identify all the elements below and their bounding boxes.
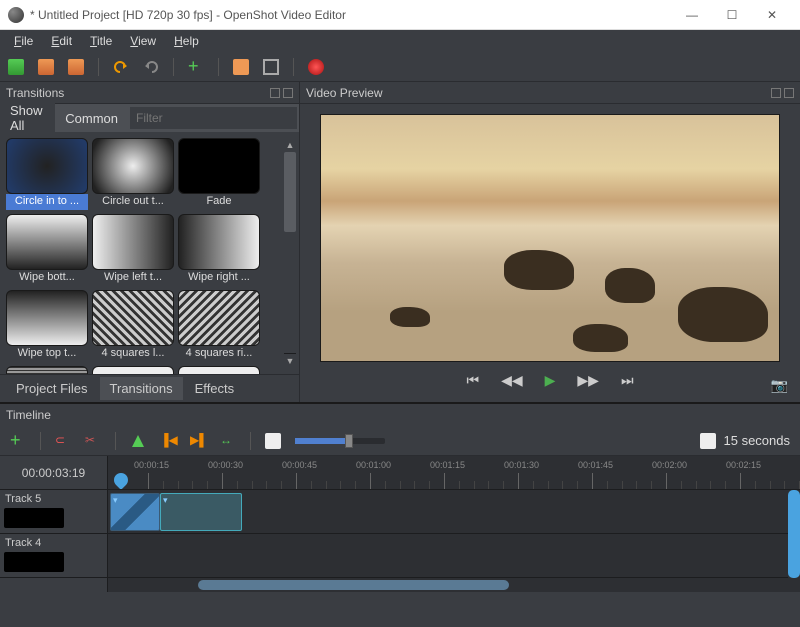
undo-icon[interactable] bbox=[113, 59, 129, 75]
transition-thumb[interactable]: Circle in to ... bbox=[6, 138, 88, 210]
transition-label: Circle in to ... bbox=[6, 194, 88, 210]
ruler-tick-label: 00:02:15 bbox=[726, 460, 761, 470]
transition-label: Fade bbox=[178, 194, 260, 210]
next-marker-icon[interactable]: ▶▌ bbox=[190, 433, 206, 449]
transition-thumb[interactable] bbox=[6, 366, 88, 374]
panel-close-icon[interactable] bbox=[283, 88, 293, 98]
rewind-icon[interactable]: ◀◀ bbox=[501, 372, 523, 389]
zoom-time-label: 15 seconds bbox=[724, 433, 791, 448]
transition-thumb[interactable]: Wipe right ... bbox=[178, 214, 260, 286]
transition-thumb[interactable]: 4 squares l... bbox=[92, 290, 174, 362]
play-icon[interactable]: ▶ bbox=[545, 372, 556, 389]
transition-clip[interactable]: ▾ bbox=[110, 493, 160, 531]
ruler-tick-label: 00:00:15 bbox=[134, 460, 169, 470]
fullscreen-icon[interactable] bbox=[263, 59, 279, 75]
timeline-panel-title: Timeline bbox=[6, 408, 51, 422]
panel-float-icon[interactable] bbox=[771, 88, 781, 98]
transition-thumb[interactable]: Circle out t... bbox=[92, 138, 174, 210]
menu-help[interactable]: Help bbox=[166, 32, 207, 50]
snap-icon[interactable]: ⊂ bbox=[55, 433, 71, 449]
tab-transitions[interactable]: Transitions bbox=[100, 377, 183, 400]
maximize-button[interactable]: ☐ bbox=[712, 1, 752, 29]
redo-icon[interactable] bbox=[143, 59, 159, 75]
filter-common[interactable]: Common bbox=[55, 107, 128, 130]
add-track-icon[interactable]: + bbox=[10, 433, 26, 449]
menu-file[interactable]: File bbox=[6, 32, 41, 50]
transition-label: Circle out t... bbox=[92, 194, 174, 210]
ruler-tick-label: 00:01:45 bbox=[578, 460, 613, 470]
filter-input[interactable] bbox=[130, 107, 297, 129]
menu-title[interactable]: Title bbox=[82, 32, 120, 50]
playhead[interactable] bbox=[111, 470, 131, 489]
prev-marker-icon[interactable]: ▐◀ bbox=[160, 433, 176, 449]
titlebar: * Untitled Project [HD 720p 30 fps] - Op… bbox=[0, 0, 800, 30]
transitions-panel-title: Transitions bbox=[6, 86, 64, 100]
window-title: * Untitled Project [HD 720p 30 fps] - Op… bbox=[30, 8, 672, 22]
import-files-icon[interactable]: + bbox=[188, 59, 204, 75]
new-project-icon[interactable] bbox=[8, 59, 24, 75]
ruler-tick-label: 00:01:30 bbox=[504, 460, 539, 470]
track-label: Track 5 bbox=[0, 490, 108, 533]
panel-close-icon[interactable] bbox=[784, 88, 794, 98]
ruler-tick-label: 00:02:00 bbox=[652, 460, 687, 470]
razor-icon[interactable]: ✂ bbox=[85, 433, 101, 449]
timeline-panel-header: Timeline bbox=[0, 404, 800, 426]
jump-start-icon[interactable]: ⏮ bbox=[466, 372, 479, 389]
open-project-icon[interactable] bbox=[38, 59, 54, 75]
transition-label: 4 squares ri... bbox=[178, 346, 260, 362]
chevron-down-icon[interactable]: ▾ bbox=[113, 495, 118, 506]
minimize-button[interactable]: — bbox=[672, 1, 712, 29]
profile-icon[interactable] bbox=[233, 59, 249, 75]
video-preview bbox=[320, 114, 780, 362]
zoom-slider[interactable] bbox=[295, 438, 385, 444]
preview-panel-title: Video Preview bbox=[306, 86, 383, 100]
timeline-track[interactable]: Track 4 bbox=[0, 534, 800, 578]
transition-thumb[interactable]: Wipe top t... bbox=[6, 290, 88, 362]
save-project-icon[interactable] bbox=[68, 59, 84, 75]
preview-panel-header: Video Preview bbox=[300, 82, 800, 104]
timeline-track[interactable]: Track 5 ▾ ▾ bbox=[0, 490, 800, 534]
transition-thumb[interactable]: Wipe left t... bbox=[92, 214, 174, 286]
transition-label: Wipe top t... bbox=[6, 346, 88, 362]
snapshot-icon[interactable]: 📷 bbox=[771, 377, 788, 394]
fast-forward-icon[interactable]: ▶▶ bbox=[577, 372, 599, 389]
transitions-scrollbar[interactable]: ▲ ▼ bbox=[283, 138, 297, 368]
playhead-time: 00:00:03:19 bbox=[0, 456, 108, 489]
time-preset-icon[interactable] bbox=[700, 433, 716, 449]
timeline-v-scrollbar[interactable] bbox=[788, 490, 800, 578]
transition-label: Wipe right ... bbox=[178, 270, 260, 286]
tab-project-files[interactable]: Project Files bbox=[6, 377, 98, 400]
ruler-tick-label: 00:00:45 bbox=[282, 460, 317, 470]
transition-thumb[interactable] bbox=[178, 366, 260, 374]
tab-effects[interactable]: Effects bbox=[185, 377, 245, 400]
menubar: File Edit Title View Help bbox=[0, 30, 800, 52]
timeline-toolbar: + ⊂ ✂ ▐◀ ▶▌ ↔ 15 seconds bbox=[0, 426, 800, 456]
close-button[interactable]: ✕ bbox=[752, 1, 792, 29]
transition-label: Wipe left t... bbox=[92, 270, 174, 286]
transition-thumb[interactable]: 4 squares ri... bbox=[178, 290, 260, 362]
transition-label: Wipe bott... bbox=[6, 270, 88, 286]
ruler-tick-label: 00:01:00 bbox=[356, 460, 391, 470]
zoom-preset-icon[interactable] bbox=[265, 433, 281, 449]
export-icon[interactable] bbox=[308, 59, 324, 75]
jump-end-icon[interactable]: ⏭ bbox=[621, 372, 634, 389]
transition-thumb[interactable]: Fade bbox=[178, 138, 260, 210]
transition-thumb[interactable]: Wipe bott... bbox=[6, 214, 88, 286]
ruler-tick-label: 00:00:30 bbox=[208, 460, 243, 470]
main-toolbar: + bbox=[0, 52, 800, 82]
menu-view[interactable]: View bbox=[122, 32, 164, 50]
center-playhead-icon[interactable]: ↔ bbox=[220, 433, 236, 449]
app-icon bbox=[8, 7, 24, 23]
panel-float-icon[interactable] bbox=[270, 88, 280, 98]
timeline-h-scrollbar[interactable] bbox=[108, 578, 800, 592]
menu-edit[interactable]: Edit bbox=[43, 32, 80, 50]
chevron-down-icon[interactable]: ▾ bbox=[163, 495, 168, 506]
track-label: Track 4 bbox=[0, 534, 108, 577]
ruler-tick-label: 00:01:15 bbox=[430, 460, 465, 470]
video-clip[interactable]: ▾ bbox=[160, 493, 242, 531]
add-marker-icon[interactable] bbox=[130, 433, 146, 449]
timeline-ruler[interactable]: 00:00:15 00:00:30 00:00:45 00:01:00 00:01:15… bbox=[108, 456, 800, 489]
transition-label: 4 squares l... bbox=[92, 346, 174, 362]
transition-thumb[interactable] bbox=[92, 366, 174, 374]
